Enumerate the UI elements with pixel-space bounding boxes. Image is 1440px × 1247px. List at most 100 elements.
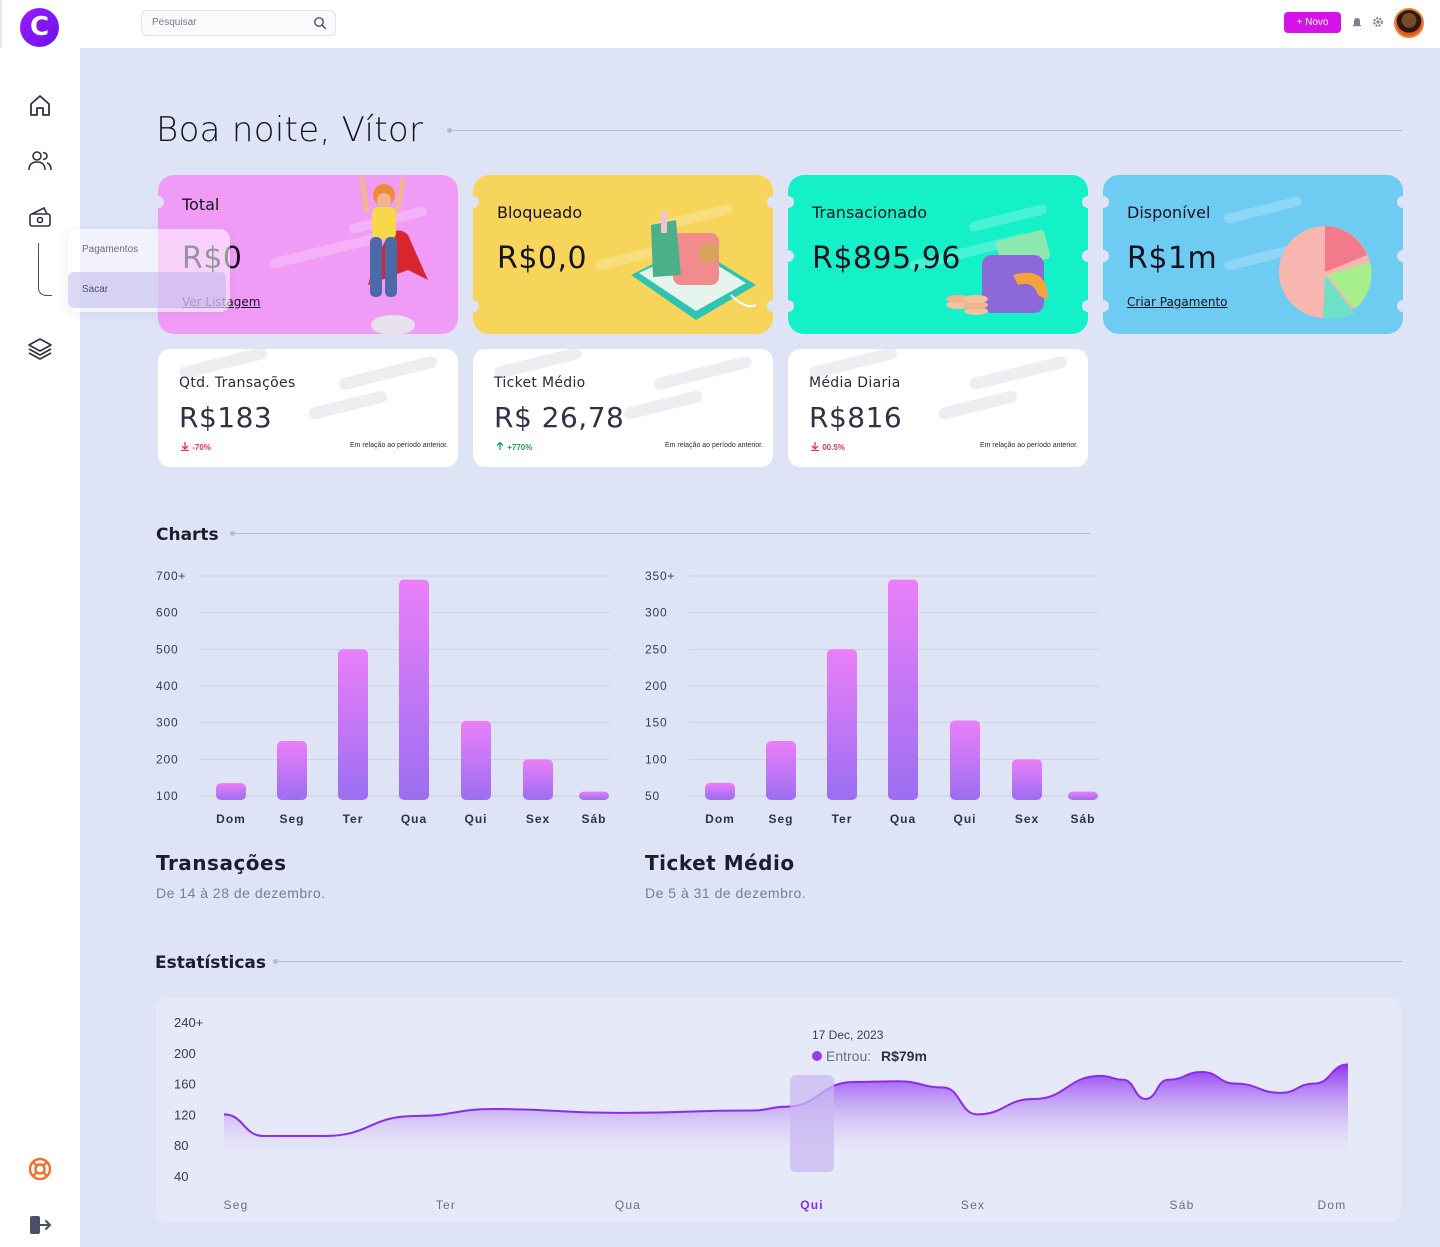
stat-value: R$183 <box>179 401 273 434</box>
card-notch <box>473 196 479 208</box>
submenu-popover: Pagamentos Sacar <box>68 229 230 312</box>
search-box[interactable] <box>141 10 336 36</box>
wallet-icon[interactable] <box>27 204 53 230</box>
x-tick-label: Sex <box>526 812 550 826</box>
y-tick-label: 250 <box>645 642 667 656</box>
tooltip-dot-icon <box>812 1051 822 1061</box>
app-logo[interactable]: C <box>20 8 59 47</box>
card-notch <box>788 196 794 208</box>
y-tick-label: 200 <box>156 752 178 766</box>
stat-note: Em relação ao período anterior. <box>664 442 763 449</box>
y-tick-label: 200 <box>645 679 667 693</box>
layers-icon[interactable] <box>27 336 53 362</box>
stat-note: Em relação ao período anterior. <box>349 442 448 449</box>
card-notch <box>1103 300 1109 312</box>
x-tick-label: Sáb <box>1170 1198 1195 1212</box>
y-tick-label: 500 <box>156 642 178 656</box>
arrow-down-icon <box>181 442 189 452</box>
y-tick-label: 40 <box>174 1169 188 1184</box>
home-icon[interactable] <box>27 92 53 118</box>
y-tick-label: 100 <box>645 752 667 766</box>
logout-icon[interactable] <box>27 1212 53 1238</box>
y-tick-label: 200 <box>174 1046 196 1061</box>
statistics-panel: 40 80 120 160 200 240+ Seg Ter Qua Qui Sex Sáb Dom 17… <box>156 998 1401 1222</box>
chart-title: Transações <box>156 851 287 875</box>
bar[interactable] <box>1012 759 1042 800</box>
stat-change: 00.5% <box>810 441 845 452</box>
y-tick-label: 350+ <box>645 569 675 583</box>
x-tick-label: Dom <box>216 812 246 826</box>
gear-icon[interactable] <box>1372 16 1384 28</box>
bar[interactable] <box>461 720 491 800</box>
card-link[interactable]: Criar Pagamento <box>1127 295 1228 309</box>
card-notch <box>767 196 773 208</box>
bar[interactable] <box>766 741 796 800</box>
y-tick-label: 300 <box>645 606 667 620</box>
bar[interactable] <box>338 649 368 800</box>
x-tick-label: Qua <box>890 812 916 826</box>
x-tick-label: Ter <box>436 1198 456 1212</box>
transacted-card: Transacionado R$895,96 <box>788 175 1088 334</box>
stat-value: R$816 <box>809 401 903 434</box>
divider <box>0 0 2 48</box>
y-tick-label: 600 <box>156 606 178 620</box>
bar[interactable] <box>277 741 307 800</box>
search-icon[interactable] <box>313 16 327 30</box>
lifebuoy-icon[interactable] <box>27 1156 53 1182</box>
x-tick-label: Sáb <box>581 812 606 826</box>
submenu-item-sacar[interactable]: Sacar <box>68 272 226 308</box>
card-notch <box>158 196 164 208</box>
pie-illustration <box>1279 226 1372 319</box>
y-tick-label: 50 <box>645 789 660 803</box>
new-button[interactable]: + Novo <box>1284 12 1341 33</box>
users-icon[interactable] <box>27 148 53 174</box>
stat-change: -70% <box>180 441 211 452</box>
y-tick-label: 300 <box>156 716 178 730</box>
section-title-charts: Charts <box>156 525 219 545</box>
stat-value: R$ 26,78 <box>494 401 625 434</box>
card-notch <box>1082 300 1088 312</box>
transactions-bar-chart: 100 200 300 400 500 600 700+ Dom Seg Ter Qua Qui Sex… <box>156 569 610 826</box>
x-tick-label: Ter <box>343 812 364 826</box>
available-card: Disponível R$1m Criar Pagamento <box>1103 175 1403 334</box>
bar[interactable] <box>888 579 918 800</box>
money-illustration <box>946 229 1051 315</box>
x-tick-label: Sex <box>1015 812 1039 826</box>
section-title-statistics: Estatísticas <box>155 953 267 973</box>
submenu-tree-line <box>38 243 52 296</box>
stat-card-average: Média Diaria R$816 00.5% Em relação ao p… <box>788 349 1088 467</box>
card-notch <box>1103 250 1109 262</box>
y-tick-label: 150 <box>645 716 667 730</box>
avatar[interactable] <box>1394 8 1424 38</box>
bar[interactable] <box>579 791 609 800</box>
highlight-column <box>790 1075 834 1172</box>
y-tick-label: 700+ <box>156 569 186 583</box>
stat-card-ticket: Ticket Médio R$ 26,78 +770% Em relação a… <box>473 349 773 467</box>
card-notch <box>473 300 479 312</box>
hero-illustration <box>359 177 428 334</box>
notification-icon[interactable] <box>1351 16 1363 28</box>
bar[interactable] <box>950 720 980 800</box>
wallet-illustration <box>631 211 757 320</box>
card-notch <box>1397 250 1403 262</box>
bar[interactable] <box>827 649 857 800</box>
bar[interactable] <box>216 783 246 800</box>
x-tick-label: Qui <box>800 1198 824 1212</box>
bar[interactable] <box>399 579 429 800</box>
card-label: Disponível <box>1127 203 1211 222</box>
bar[interactable] <box>1068 791 1098 800</box>
card-label: Transacionado <box>812 203 928 222</box>
bar[interactable] <box>523 759 553 800</box>
card-notch <box>1082 196 1088 208</box>
divider <box>278 961 1402 962</box>
x-tick-label: Seg <box>224 1198 249 1212</box>
decor-streak <box>338 355 438 391</box>
decor-streak <box>653 355 753 391</box>
sidebar <box>0 48 80 1247</box>
card-notch <box>788 300 794 312</box>
decor-streak <box>937 389 1019 421</box>
tooltip-date: 17 Dec, 2023 <box>812 1028 884 1042</box>
submenu-item-pagamentos[interactable]: Pagamentos <box>68 232 226 268</box>
search-input[interactable] <box>152 17 302 28</box>
bar[interactable] <box>705 782 735 800</box>
